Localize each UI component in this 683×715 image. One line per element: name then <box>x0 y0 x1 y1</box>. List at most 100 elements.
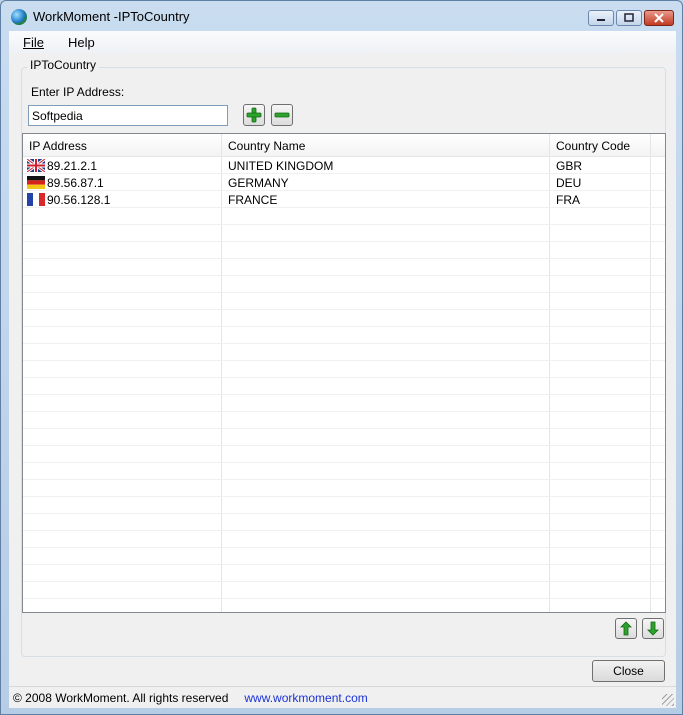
empty-cell <box>550 412 651 428</box>
empty-cell <box>23 412 222 428</box>
empty-cell <box>550 548 651 564</box>
title-bar[interactable]: WorkMoment -IPToCountry <box>1 1 682 31</box>
empty-cell <box>651 310 665 326</box>
empty-cell <box>550 514 651 530</box>
menu-file-label: File <box>23 34 44 50</box>
filler-cell <box>651 157 665 173</box>
empty-cell <box>222 531 550 547</box>
empty-row <box>23 497 665 514</box>
empty-cell <box>23 327 222 343</box>
empty-cell <box>222 412 550 428</box>
close-window-button[interactable] <box>644 10 674 26</box>
resize-grip[interactable] <box>662 694 674 706</box>
website-link[interactable]: www.workmoment.com <box>244 691 367 705</box>
menu-help[interactable]: Help <box>54 35 105 50</box>
empty-cell <box>23 225 222 241</box>
app-window: WorkMoment -IPToCountry File Help IPToCo… <box>0 0 683 715</box>
table-row[interactable]: 90.56.128.1 FRANCE FRA <box>23 191 665 208</box>
empty-row <box>23 429 665 446</box>
empty-row <box>23 531 665 548</box>
ip-address-input[interactable] <box>28 105 228 126</box>
empty-cell <box>651 480 665 496</box>
empty-cell <box>222 514 550 530</box>
minimize-icon <box>597 19 605 21</box>
close-button[interactable]: Close <box>592 660 665 682</box>
move-up-button[interactable] <box>615 618 637 639</box>
table-row[interactable]: 89.56.87.1 GERMANY DEU <box>23 174 665 191</box>
status-bar: © 2008 WorkMoment. All rights reserved w… <box>9 686 676 708</box>
empty-cell <box>222 276 550 292</box>
caption-buttons <box>588 10 674 26</box>
empty-cell <box>23 599 222 612</box>
gb-flag-icon <box>27 159 45 172</box>
empty-cell <box>550 378 651 394</box>
table-row[interactable]: 89.21.2.1 UNITED KINGDOM GBR <box>23 157 665 174</box>
remove-ip-button[interactable] <box>271 104 293 126</box>
empty-cell <box>23 531 222 547</box>
groupbox-label: IPToCountry <box>27 58 100 72</box>
column-header-ip-address[interactable]: IP Address <box>23 134 222 156</box>
country-name-cell: GERMANY <box>222 174 550 190</box>
menu-file[interactable]: File <box>9 35 54 50</box>
app-globe-icon <box>11 9 27 25</box>
empty-cell <box>550 242 651 258</box>
empty-cell <box>222 463 550 479</box>
maximize-icon <box>624 13 634 22</box>
empty-cell <box>550 582 651 598</box>
empty-row <box>23 225 665 242</box>
empty-cell <box>23 276 222 292</box>
minimize-button[interactable] <box>588 10 614 26</box>
column-header-country-code[interactable]: Country Code <box>550 134 651 156</box>
empty-cell <box>222 446 550 462</box>
column-header-filler <box>651 134 665 156</box>
minus-icon <box>274 112 290 118</box>
empty-cell <box>222 310 550 326</box>
empty-row <box>23 582 665 599</box>
empty-cell <box>651 327 665 343</box>
empty-cell <box>222 395 550 411</box>
empty-cell <box>222 327 550 343</box>
empty-row <box>23 361 665 378</box>
empty-cell <box>23 565 222 581</box>
country-name-cell: UNITED KINGDOM <box>222 157 550 173</box>
empty-cell <box>651 565 665 581</box>
empty-cell <box>651 344 665 360</box>
empty-cell <box>550 531 651 547</box>
maximize-button[interactable] <box>616 10 642 26</box>
ip-cell: 89.56.87.1 <box>23 174 222 190</box>
empty-cell <box>651 293 665 309</box>
empty-cell <box>550 497 651 513</box>
empty-cell <box>23 208 222 224</box>
move-down-button[interactable] <box>642 618 664 639</box>
copyright-text: © 2008 WorkMoment. All rights reserved <box>13 690 229 705</box>
empty-cell <box>550 293 651 309</box>
arrow-down-icon <box>647 621 659 636</box>
empty-row <box>23 446 665 463</box>
empty-cell <box>550 429 651 445</box>
empty-cell <box>550 327 651 343</box>
empty-cell <box>222 565 550 581</box>
empty-cell <box>23 293 222 309</box>
empty-cell <box>550 344 651 360</box>
empty-cell <box>222 225 550 241</box>
country-code-cell: FRA <box>550 191 651 207</box>
reorder-buttons <box>615 618 664 639</box>
empty-cell <box>222 344 550 360</box>
empty-row <box>23 395 665 412</box>
empty-cell <box>651 446 665 462</box>
empty-cell <box>651 412 665 428</box>
empty-cell <box>550 599 651 612</box>
empty-cell <box>222 293 550 309</box>
results-list[interactable]: IP Address Country Name Country Code 89.… <box>22 133 666 613</box>
close-icon <box>654 13 664 23</box>
add-ip-button[interactable] <box>243 104 265 126</box>
empty-rows <box>23 208 665 612</box>
empty-cell <box>651 208 665 224</box>
empty-cell <box>222 582 550 598</box>
column-header-country-name[interactable]: Country Name <box>222 134 550 156</box>
empty-row <box>23 514 665 531</box>
empty-row <box>23 565 665 582</box>
ip-cell: 89.21.2.1 <box>23 157 222 173</box>
empty-cell <box>23 378 222 394</box>
empty-cell <box>222 497 550 513</box>
